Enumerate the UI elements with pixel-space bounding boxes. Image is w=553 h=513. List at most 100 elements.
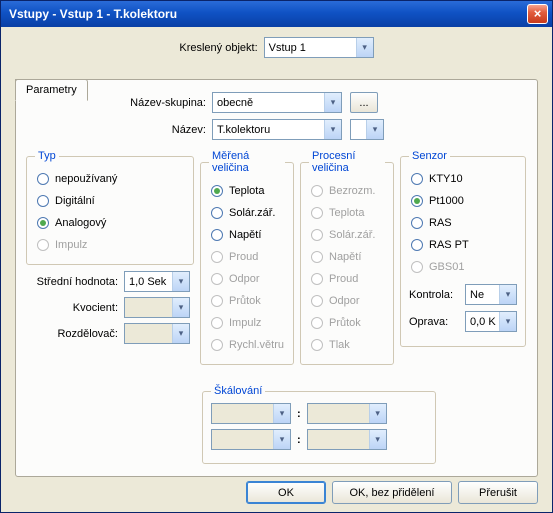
name-combo[interactable]: T.kolektoru ▾: [212, 119, 342, 140]
chevron-down-icon: ▾: [172, 272, 189, 291]
process-option-label: Solár.zář.: [329, 229, 375, 241]
sensor-option[interactable]: Pt1000: [409, 190, 517, 212]
type-option-label: Impulz: [55, 239, 87, 251]
button-bar: OK OK, bez přidělení Přerušit: [246, 481, 538, 504]
cancel-button[interactable]: Přerušit: [458, 481, 538, 504]
process-option-label: Odpor: [329, 295, 360, 307]
sensor-option-label: KTY10: [429, 173, 463, 185]
process-option-label: Teplota: [329, 207, 364, 219]
correction-combo[interactable]: 0,0 K ▾: [465, 311, 517, 332]
group-process: Procesní veličina Bezrozm. Teplota Solár.z…: [300, 150, 394, 365]
measured-option-label: Průtok: [229, 295, 261, 307]
group-type: Typ nepoužívanýDigitálníAnalogovýImpulz: [26, 150, 194, 265]
group-process-legend: Procesní veličina: [309, 150, 385, 174]
mean-value-combo[interactable]: 1,0 Sek ▾: [124, 271, 190, 292]
ellipsis-icon: ...: [359, 97, 368, 109]
sensor-option-label: GBS01: [429, 261, 464, 273]
drawn-object-combo[interactable]: Vstup 1 ▾: [264, 37, 374, 58]
radio-icon: [411, 173, 423, 185]
measured-option[interactable]: Teplota: [209, 180, 285, 202]
type-option[interactable]: Digitální: [35, 190, 185, 212]
process-option: Proud: [309, 268, 385, 290]
measured-option-label: Solár.zář.: [229, 207, 275, 219]
scaling-2a-combo: ▾: [211, 429, 291, 450]
sensor-option[interactable]: RAS PT: [409, 234, 517, 256]
radio-icon: [411, 261, 423, 273]
sensor-option: GBS01: [409, 256, 517, 278]
group-measured-legend: Měřená veličina: [209, 150, 285, 174]
dialog-window: Vstupy - Vstup 1 - T.kolektoru × Kreslen…: [0, 0, 553, 513]
process-option: Průtok: [309, 312, 385, 334]
scaling-row-1: ▾ : ▾: [211, 403, 427, 424]
mean-value-value: 1,0 Sek: [129, 276, 166, 288]
sensor-option-label: RAS: [429, 217, 452, 229]
radio-icon: [411, 195, 423, 207]
control-value: Ne: [470, 289, 484, 301]
tab-parameters[interactable]: Parametry: [15, 79, 88, 101]
measured-option: Rychl.větru: [209, 334, 285, 356]
radio-icon: [211, 295, 223, 307]
tab-label: Parametry: [26, 84, 77, 96]
sensor-option[interactable]: KTY10: [409, 168, 517, 190]
measured-option: Proud: [209, 246, 285, 268]
process-option: Napětí: [309, 246, 385, 268]
radio-icon: [211, 251, 223, 263]
radio-icon: [211, 273, 223, 285]
measured-option[interactable]: Napětí: [209, 224, 285, 246]
group-scaling-legend: Škálování: [211, 385, 265, 397]
mean-value-label: Střední hodnota:: [26, 276, 118, 288]
radio-icon: [211, 229, 223, 241]
colon-icon: :: [295, 434, 303, 446]
radio-icon: [411, 239, 423, 251]
name-label: Název:: [106, 124, 206, 136]
sensor-option[interactable]: RAS: [409, 212, 517, 234]
process-option: Solár.zář.: [309, 224, 385, 246]
radio-icon: [211, 317, 223, 329]
measured-option[interactable]: Solár.zář.: [209, 202, 285, 224]
drawn-object-value: Vstup 1: [269, 42, 306, 54]
process-option: Teplota: [309, 202, 385, 224]
type-option-label: Digitální: [55, 195, 95, 207]
window-title: Vstupy - Vstup 1 - T.kolektoru: [9, 7, 527, 21]
process-option: Tlak: [309, 334, 385, 356]
titlebar: Vstupy - Vstup 1 - T.kolektoru ×: [1, 1, 552, 27]
content-area: Kreslený objekt: Vstup 1 ▾ Parametry Náz…: [1, 27, 552, 474]
correction-value: 0,0 K: [470, 316, 496, 328]
process-option-label: Proud: [329, 273, 358, 285]
correction-label: Oprava:: [409, 316, 459, 328]
type-option-label: Analogový: [55, 217, 106, 229]
control-combo[interactable]: Ne ▾: [465, 284, 517, 305]
ok-button[interactable]: OK: [246, 481, 326, 504]
type-option[interactable]: nepoužívaný: [35, 168, 185, 190]
measured-option-label: Rychl.větru: [229, 339, 284, 351]
radio-icon: [37, 173, 49, 185]
name-index-combo[interactable]: ▾: [350, 119, 384, 140]
chevron-down-icon: ▾: [369, 430, 386, 449]
divider-combo: ▾: [124, 323, 190, 344]
process-option-label: Průtok: [329, 317, 361, 329]
measured-option-label: Proud: [229, 251, 258, 263]
name-group-combo[interactable]: obecně ▾: [212, 92, 342, 113]
close-button[interactable]: ×: [527, 4, 548, 24]
chevron-down-icon: ▾: [273, 404, 290, 423]
tabstrip: Parametry Název-skupina: obecně ▾ ...: [15, 79, 538, 477]
process-option-label: Bezrozm.: [329, 185, 375, 197]
chevron-down-icon: ▾: [356, 38, 373, 57]
ok-unassigned-button[interactable]: OK, bez přidělení: [332, 481, 452, 504]
radio-icon: [211, 207, 223, 219]
quotient-combo: ▾: [124, 297, 190, 318]
measured-option-label: Odpor: [229, 273, 260, 285]
group-sensor-legend: Senzor: [409, 150, 450, 162]
divider-label: Rozdělovač:: [26, 328, 118, 340]
type-option[interactable]: Analogový: [35, 212, 185, 234]
name-group-value: obecně: [217, 97, 253, 109]
name-group-more-button[interactable]: ...: [350, 92, 378, 113]
group-scaling: Škálování ▾ : ▾ ▾ : ▾: [202, 385, 436, 464]
radio-icon: [311, 317, 323, 329]
quotient-label: Kvocient:: [26, 302, 118, 314]
chevron-down-icon: ▾: [499, 312, 516, 331]
sensor-option-label: Pt1000: [429, 195, 464, 207]
type-option: Impulz: [35, 234, 185, 256]
measured-option: Impulz: [209, 312, 285, 334]
chevron-down-icon: ▾: [369, 404, 386, 423]
